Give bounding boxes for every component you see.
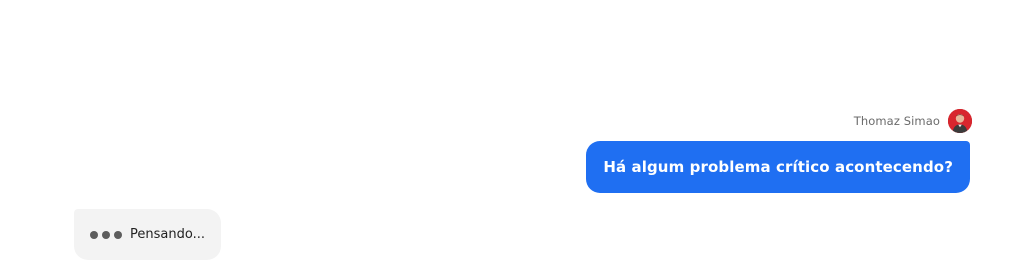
typing-dots-icon — [90, 230, 122, 239]
typing-dot — [102, 230, 110, 239]
user-message-text: Há algum problema crítico acontecendo? — [603, 158, 953, 176]
assistant-thinking-bubble: Pensando... — [74, 209, 221, 260]
thinking-label: Pensando... — [130, 227, 205, 242]
user-message-header: Thomaz Simao — [854, 108, 972, 134]
typing-dot — [114, 230, 122, 239]
user-name: Thomaz Simao — [853, 114, 940, 128]
typing-dot — [90, 230, 98, 239]
user-message-bubble: Há algum problema crítico acontecendo? — [586, 141, 970, 193]
avatar-person-icon — [948, 109, 972, 133]
user-avatar — [948, 109, 972, 133]
chat-thread: Thomaz Simao Há algum problema crítico a… — [0, 0, 1012, 263]
